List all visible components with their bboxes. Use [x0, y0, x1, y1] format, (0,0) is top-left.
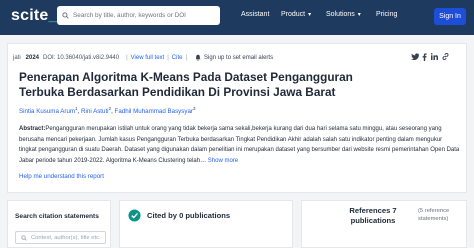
author-separator: ,	[77, 108, 80, 116]
facebook-icon[interactable]	[422, 53, 427, 61]
scite-logo[interactable]: scite_	[11, 7, 58, 25]
copy-link-icon[interactable]	[442, 53, 449, 60]
article-title: Penerapan Algoritma K-Means Pada Dataset…	[19, 70, 353, 99]
nav-product-label: Product	[281, 11, 306, 18]
citation-search-input[interactable]: Context, author(s), title etc.	[15, 231, 106, 244]
abstract-block: Abstract:Pengangguran merupakan istilah …	[19, 124, 461, 166]
view-full-text-link[interactable]: View full text	[131, 55, 165, 61]
author-link[interactable]: Rini Astuti	[81, 108, 109, 115]
sign-in-label: Sign In	[439, 13, 461, 20]
reference-statements-count: (5 reference statements)	[418, 208, 450, 222]
article-meta-row: jati 2024 DOI: 10.36040/jati.v8i2.9440 |…	[13, 52, 273, 63]
author-separator: ,	[111, 108, 113, 116]
separator: |	[126, 54, 128, 61]
chevron-down-icon: ▾	[308, 12, 312, 18]
cited-by-panel[interactable]: Cited by 0 publications	[119, 200, 293, 248]
nav-product[interactable]: Product ▾	[281, 11, 311, 18]
separator: |	[167, 54, 169, 61]
article-card: jati 2024 DOI: 10.36040/jati.v8i2.9440 |…	[7, 43, 467, 193]
nav-assistant-label: Assistant	[241, 11, 270, 18]
author-link[interactable]: Sintia Kusuma Arum	[19, 108, 75, 115]
cited-by-icon	[128, 209, 141, 222]
search-icon	[21, 235, 27, 241]
journal-type-badge: jati	[13, 54, 21, 61]
nav-pricing[interactable]: Pricing	[376, 11, 397, 18]
doi-text: DOI: 10.36040/jati.v8i2.9440	[43, 54, 120, 61]
search-citations-heading: Search citation statements	[15, 213, 99, 220]
bell-icon[interactable]	[195, 54, 201, 61]
author-link[interactable]: Fadhil Muhammad Basysyar	[115, 108, 193, 115]
top-navigation-bar: scite_ Assistant Product▾ Solutions▾ Pri…	[0, 0, 474, 35]
cite-link[interactable]: Cite	[172, 55, 183, 61]
search-citations-panel: Search citation statements Context, auth…	[7, 200, 111, 248]
abstract-text: Pengangguran merupakan istilah untuk ora…	[19, 126, 460, 164]
publication-year: 2024	[25, 54, 40, 61]
twitter-icon[interactable]	[411, 53, 419, 60]
help-understand-link[interactable]: Help me understand this report	[19, 173, 104, 180]
sign-in-button[interactable]: Sign In	[434, 8, 466, 25]
email-alerts-text[interactable]: Sign up to set email alerts	[204, 55, 273, 61]
nav-solutions-label: Solutions	[326, 11, 355, 18]
nav-solutions[interactable]: Solutions ▾	[326, 11, 361, 18]
abstract-label: Abstract:	[19, 126, 46, 132]
references-panel[interactable]: References 7 publications (5 reference s…	[301, 200, 467, 248]
nav-assistant[interactable]: Assistant	[241, 11, 269, 18]
references-count: References 7 publications	[349, 206, 397, 225]
search-icon	[62, 12, 69, 19]
show-more-link[interactable]: Show more	[208, 158, 238, 164]
search-box[interactable]	[57, 6, 220, 25]
separator: |	[185, 54, 188, 61]
chevron-down-icon: ▾	[357, 12, 361, 18]
cited-by-label: Cited by 0 publications	[147, 211, 231, 220]
logo-text: scite	[11, 7, 49, 24]
citation-search-placeholder: Context, author(s), title etc.	[31, 234, 101, 241]
nav-pricing-label: Pricing	[376, 11, 398, 18]
author-affiliation-sup: 3	[192, 106, 196, 111]
author-list: Sintia Kusuma Arum1, Rini Astuti2, Fadhi…	[19, 106, 195, 115]
search-input[interactable]	[73, 12, 218, 19]
linkedin-icon[interactable]	[431, 53, 438, 60]
